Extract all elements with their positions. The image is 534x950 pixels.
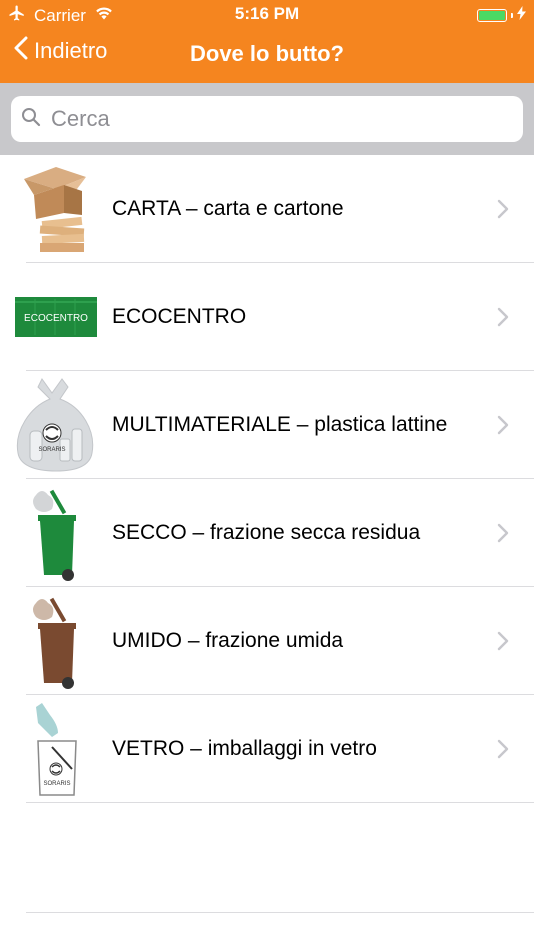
row-separator [26,802,534,803]
list-item-ecocentro[interactable]: ECOCENTRO ECOCENTRO [0,263,534,371]
page-title: Dove lo butto? [190,41,344,66]
green-bin-icon [12,485,102,581]
search-field[interactable] [11,96,523,142]
list-item-label: MULTIMATERIALE – plastica lattine [112,413,448,436]
list-item-multimateriale[interactable]: SORARIS MULTIMATERIALE – plastica lattin… [0,371,534,479]
navigation-bar: Indietro Dove lo butto? [0,28,534,83]
multimaterial-bag-icon: SORARIS [12,377,102,473]
list-item-label: UMIDO – frazione umida [112,629,344,652]
charging-icon [517,6,526,25]
top-bar: Carrier 5:16 PM Indietro Dove lo butto? [0,0,534,83]
chevron-right-icon [497,415,509,440]
list-item-label: ECOCENTRO [112,305,247,328]
list-item-carta[interactable]: CARTA – carta e cartone [0,155,534,263]
chevron-right-icon [497,199,509,224]
status-time: 5:16 PM [234,4,300,23]
chevron-right-icon [497,523,509,548]
paper-cardboard-icon [12,161,102,257]
list-item-label: SECCO – frazione secca residua [112,521,421,544]
glass-bin-icon: SORARIS [12,701,102,797]
battery-cap [511,13,513,18]
chevron-right-icon [497,307,509,332]
battery-icon [477,9,507,22]
soraris-logo-text: SORARIS [43,781,70,787]
chevron-right-icon [497,739,509,764]
list-item-label: VETRO – imballaggi in vetro [112,737,377,760]
brown-bin-icon [12,593,102,689]
search-icon [11,107,41,132]
list-item-umido[interactable]: UMIDO – frazione umida [0,587,534,695]
chevron-right-icon [497,631,509,656]
list-item-label: CARTA – carta e cartone [112,197,344,220]
empty-row-separator [26,912,534,913]
ecocentro-icon-text: ECOCENTRO [24,313,88,324]
search-input[interactable] [49,105,493,133]
search-bar [0,83,534,155]
status-bar: Carrier 5:16 PM [0,0,534,28]
category-list: CARTA – carta e cartone ECOCENTRO ECOCEN… [0,155,534,803]
list-item-secco[interactable]: SECCO – frazione secca residua [0,479,534,587]
list-item-vetro[interactable]: SORARIS VETRO – imballaggi in vetro [0,695,534,803]
status-right [477,6,526,25]
soraris-logo-text: SORARIS [38,447,65,453]
ecocentro-container-icon: ECOCENTRO [12,269,102,365]
